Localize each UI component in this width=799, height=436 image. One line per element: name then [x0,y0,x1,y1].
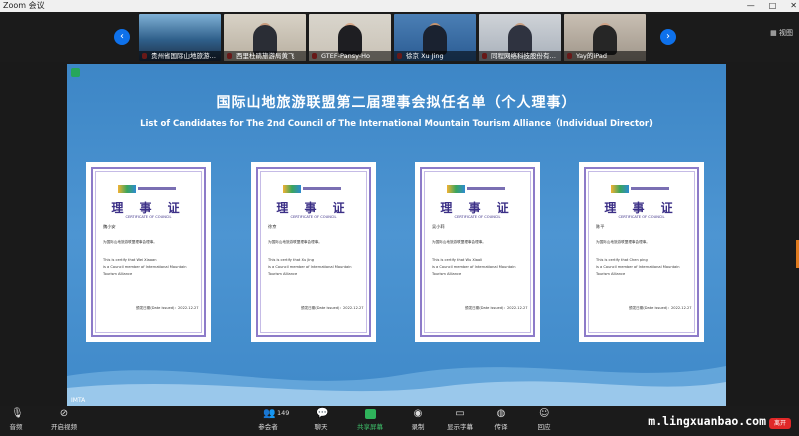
video-button[interactable]: ⊘ 开启视频 [44,408,84,432]
video-label: 开启视频 [51,423,77,431]
cert-subtitle: CERTIFICATE OF COUNCIL [290,215,337,219]
cert-title: 理 事 证 [111,201,186,215]
cert-line: is a Council member of International Mou… [596,265,680,269]
cert-subtitle: CERTIFICATE OF COUNCIL [125,215,172,219]
chat-label: 聊天 [314,423,328,431]
smile-icon: ☺ [539,408,550,419]
cert-date: 颁发日期(Date issued)：2022.12.27 [136,306,199,310]
certificate-card: 理 事 证 CERTIFICATE OF COUNCIL 陈平 为国际山地旅游联… [579,162,704,342]
cert-date: 颁发日期(Date issued)：2022.12.27 [629,306,692,310]
cert-line: is a Council member of International Mou… [103,265,187,269]
chevron-right-icon[interactable]: › [660,29,676,45]
cert-title: 理 事 证 [440,201,515,215]
participant-strip: ‹ 贵州省国际山地旅游… 西里杜鹃旅游局黄飞 GTEF-Pansy-Ho 徐京 … [0,12,799,62]
site-watermark: m.lingxuanbao.com [648,414,766,428]
cert-subtitle: CERTIFICATE OF COUNCIL [454,215,501,219]
cert-line: This is certify that Chen ping [596,258,648,262]
cert-line: 为国际山地旅游联盟理事会理事。 [432,240,486,244]
cert-line: 为国际山地旅游联盟理事会理事。 [596,240,650,244]
video-tile[interactable]: 西里杜鹃旅游局黄飞 [224,14,306,61]
imta-logo [283,184,343,193]
chat-button[interactable]: 💬 聊天 [301,408,341,432]
cert-title: 理 事 证 [276,201,351,215]
maximize-button[interactable]: □ [769,0,777,12]
cert-line: 为国际山地旅游联盟理事会理事。 [103,240,157,244]
window-titlebar: Zoom 会议 — □ ✕ [0,0,799,12]
shared-screen: 国际山地旅游联盟第二届理事会拟任名单（个人理事） List of Candida… [67,64,726,406]
microphone-icon: 🎙 [11,408,24,419]
captions-button[interactable]: ▭ 显示字幕 [440,408,480,432]
video-tile[interactable]: GTEF-Pansy-Ho [309,14,391,61]
share-screen-icon [364,409,376,419]
imta-logo [118,184,178,193]
slide-subtitle: List of Candidates for The 2nd Council o… [140,119,653,129]
participants-label: 参会者 [258,423,278,431]
participant-name: 贵州省国际山地旅游… [139,51,221,61]
video-tile[interactable]: Yay的iPad [564,14,646,61]
certificate-card: 理 事 证 CERTIFICATE OF COUNCIL 吴小莉 为国际山地旅游… [415,162,540,342]
view-button[interactable]: ▦ 视图 [770,28,793,38]
participant-name: GTEF-Pansy-Ho [309,51,391,61]
video-tile[interactable]: 徐京 Xu Jing [394,14,476,61]
globe-icon: ◍ [496,408,506,419]
cert-line: This is certify that Wei Xiaoan [103,258,157,262]
close-button[interactable]: ✕ [790,0,797,12]
slide-title: 国际山地旅游联盟第二届理事会拟任名单（个人理事） [216,95,577,111]
cert-line: Tourism Alliance [103,272,133,276]
imta-footer: IMTA [71,397,86,404]
cert-line: This is certify that Xu Jing [268,258,314,262]
participants-count: 149 [277,409,290,417]
record-button[interactable]: ◉ 录制 [398,408,438,432]
participant-name: 同程网络科技股份有… [479,51,561,61]
cert-line: is a Council member of International Mou… [432,265,516,269]
certificate-card: 理 事 证 CERTIFICATE OF COUNCIL 徐京 为国际山地旅游联… [251,162,376,342]
audio-button[interactable]: 🎙 音频 [0,408,36,432]
record-label: 录制 [411,423,425,431]
participant-name: 西里杜鹃旅游局黄飞 [224,51,306,61]
translate-label: 传译 [494,423,508,431]
cert-title: 理 事 证 [604,201,679,215]
cert-line: 为国际山地旅游联盟理事会理事。 [268,240,322,244]
certificate-card: 理 事 证 CERTIFICATE OF COUNCIL 魏小安 为国际山地旅游… [86,162,211,342]
captions-icon: ▭ [455,408,465,419]
audio-label: 音频 [9,423,23,431]
imta-logo [611,184,671,193]
translate-button[interactable]: ◍ 传译 [481,408,521,432]
cert-name: 陈平 [596,224,605,229]
shield-icon [71,68,80,77]
cert-subtitle: CERTIFICATE OF COUNCIL [618,215,665,219]
share-screen-button[interactable]: 共享屏幕 [350,409,390,431]
imta-logo [447,184,507,193]
reactions-label: 回应 [537,423,551,431]
participant-name: Yay的iPad [564,51,646,61]
share-screen-label: 共享屏幕 [357,423,383,431]
leave-button[interactable]: 离开 [769,418,791,429]
cert-line: This is certify that Wu Xiaoli [432,258,483,262]
cert-line: Tourism Alliance [596,272,626,276]
reactions-button[interactable]: ☺ 回应 [524,408,564,432]
cert-name: 徐京 [268,224,277,229]
wave-decoration [67,366,726,406]
chevron-left-icon[interactable]: ‹ [114,29,130,45]
participants-icon: 👥 [263,408,276,419]
cert-name: 魏小安 [103,224,116,229]
window-controls: — □ ✕ [747,0,797,12]
view-label: 视图 [779,29,793,37]
cert-date: 颁发日期(Date issued)：2022.12.27 [465,306,528,310]
cert-date: 颁发日期(Date issued)：2022.12.27 [301,306,364,310]
record-icon: ◉ [413,408,423,419]
video-tile[interactable]: 同程网络科技股份有… [479,14,561,61]
captions-label: 显示字幕 [447,423,473,431]
participant-name: 徐京 Xu Jing [394,51,476,61]
cert-name: 吴小莉 [432,224,445,229]
minimize-button[interactable]: — [747,0,755,12]
video-tile[interactable]: 贵州省国际山地旅游… [139,14,221,61]
chat-icon: 💬 [316,408,329,419]
app-title: Zoom 会议 [3,1,45,10]
cert-line: is a Council member of International Mou… [268,265,352,269]
cert-line: Tourism Alliance [432,272,462,276]
video-off-icon: ⊘ [59,408,69,419]
cert-line: Tourism Alliance [268,272,298,276]
